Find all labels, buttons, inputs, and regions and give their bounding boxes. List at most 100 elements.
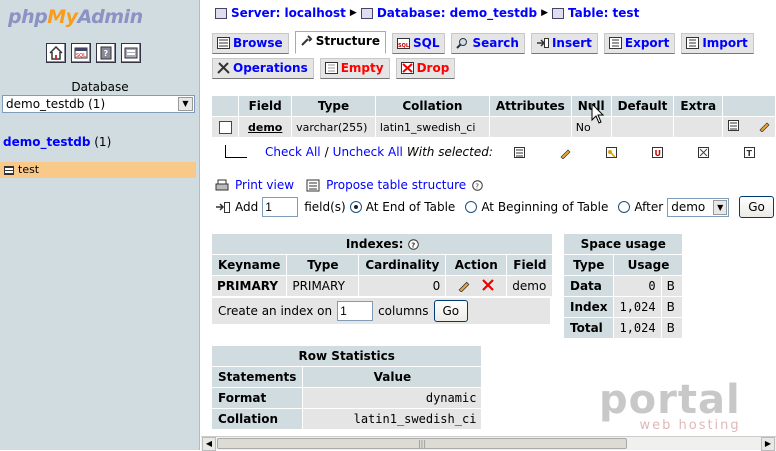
tab-operations[interactable]: Operations: [212, 58, 314, 79]
svg-text:?: ?: [104, 49, 109, 58]
index-actions: [446, 276, 507, 296]
space-usage-header-row: Type Usage: [564, 255, 683, 275]
after-radio[interactable]: [618, 201, 631, 213]
row-checkbox[interactable]: [218, 120, 232, 134]
operations-icon: [217, 62, 230, 74]
table-row: Format dynamic: [212, 388, 482, 408]
with-selected-label: With selected:: [406, 145, 493, 159]
default-cell: [611, 117, 674, 137]
chevron-down-icon[interactable]: ▼: [178, 97, 193, 111]
at-end-radio[interactable]: [349, 201, 362, 213]
row-statistics-title-row: Row Statistics: [212, 346, 482, 366]
rowstats-header-value: Value: [303, 367, 482, 387]
row-statistics-header-row: Statements Value: [212, 367, 482, 387]
edit-pencil-icon[interactable]: [758, 119, 771, 132]
structure-table: Field Type Collation Attributes Null Def…: [211, 95, 776, 138]
database-link[interactable]: demo_testdb: [3, 135, 90, 149]
check-all-link[interactable]: Check All: [265, 145, 321, 159]
space-unit: B: [661, 297, 683, 317]
type-cell: varchar(255): [292, 117, 375, 137]
breadcrumb-table[interactable]: Table: test: [568, 6, 639, 20]
space-type: Data: [564, 276, 614, 296]
horizontal-scrollbar[interactable]: ◀ ||| ▶: [201, 436, 776, 451]
database-heading: demo_testdb (1): [3, 135, 111, 149]
uncheck-all-link[interactable]: Uncheck All: [333, 145, 403, 159]
breadcrumb: Server: localhost ▶ Database: demo_testd…: [215, 6, 639, 20]
index-keyname: PRIMARY: [212, 276, 287, 296]
create-index-row: Create an index on columns Go: [212, 298, 550, 324]
table-row: Index 1,024 B: [564, 297, 683, 317]
sql-query-icon[interactable]: SQL: [71, 43, 91, 63]
server-icon: [215, 7, 227, 19]
print-view-link[interactable]: Print view: [235, 178, 294, 192]
create-index-go-button[interactable]: Go: [433, 300, 469, 322]
space-usage-value: 0: [614, 276, 661, 296]
tab-import[interactable]: Import: [681, 33, 754, 54]
field-name-link[interactable]: demo: [248, 121, 282, 134]
browse-icon: [217, 37, 230, 49]
propose-structure-link[interactable]: Propose table structure: [326, 178, 466, 192]
import-icon: [686, 37, 700, 49]
create-index-columns-input[interactable]: [337, 301, 374, 321]
tab-structure[interactable]: Structure: [294, 31, 386, 54]
edit-pencil-icon[interactable]: [457, 278, 471, 293]
tab-browse[interactable]: Browse: [212, 33, 289, 54]
collation-cell: latin1_swedish_ci: [375, 117, 489, 137]
add-field-count-input[interactable]: [262, 197, 299, 217]
space-header-type: Type: [564, 255, 614, 275]
export-icon: [608, 37, 622, 49]
bulk-edit-icon[interactable]: [559, 146, 572, 159]
bulk-primary-key-icon[interactable]: [605, 146, 618, 159]
svg-text:U: U: [654, 149, 661, 158]
add-go-button[interactable]: Go: [739, 196, 774, 218]
breadcrumb-database[interactable]: Database: demo_testdb: [377, 6, 537, 20]
at-beginning-label: At Beginning of Table: [481, 200, 609, 214]
info-icon[interactable]: [121, 43, 141, 63]
help-icon[interactable]: ?: [407, 239, 419, 250]
print-row: Print view Propose table structure ?: [215, 178, 483, 192]
at-beginning-radio[interactable]: [465, 201, 478, 213]
chevron-down-icon[interactable]: ▼: [713, 199, 728, 215]
attributes-cell: [489, 117, 571, 137]
index-field: demo: [507, 276, 553, 296]
bulk-fulltext-icon[interactable]: T: [743, 146, 756, 159]
bulk-browse-icon[interactable]: [513, 146, 526, 159]
tab-drop[interactable]: Drop: [395, 58, 456, 79]
row-actions-cell: [723, 117, 775, 137]
tab-empty[interactable]: Empty: [319, 58, 390, 79]
tab-insert[interactable]: Insert: [530, 33, 598, 54]
tab-sql[interactable]: SQL SQL: [391, 33, 446, 54]
docs-icon[interactable]: ?: [96, 43, 116, 63]
browse-distinct-icon[interactable]: [727, 119, 740, 132]
indexes-header-field: Field: [507, 255, 553, 275]
tab-search[interactable]: Search: [451, 33, 525, 54]
table-icon: [4, 165, 14, 175]
space-type: Total: [564, 318, 614, 338]
bulk-index-icon[interactable]: [697, 146, 710, 159]
search-icon: [456, 38, 468, 49]
bulk-unique-icon[interactable]: U: [651, 146, 664, 159]
home-icon[interactable]: [46, 43, 66, 63]
indexes-header-action: Action: [446, 255, 507, 275]
database-select[interactable]: demo_testdb (1) ▼: [2, 95, 195, 113]
space-usage-title-row: Space usage: [564, 234, 683, 254]
after-field-select[interactable]: demo ▼: [667, 197, 730, 217]
table-row: Collation latin1_swedish_ci: [212, 409, 482, 429]
scrollbar-thumb[interactable]: |||: [217, 438, 627, 449]
indexes-header-row: Keyname Type Cardinality Action Field: [212, 255, 553, 275]
tab-export[interactable]: Export: [603, 33, 676, 54]
space-type: Index: [564, 297, 614, 317]
scroll-left-icon[interactable]: ◀: [202, 437, 216, 451]
space-usage-value: 1,024: [614, 297, 661, 317]
breadcrumb-server[interactable]: Server: localhost: [231, 6, 346, 20]
space-usage-title: Space usage: [564, 234, 683, 254]
help-icon[interactable]: ?: [472, 179, 483, 191]
indexes-title: Indexes: ?: [212, 234, 553, 254]
structure-header-collation: Collation: [375, 96, 489, 116]
table-list-item[interactable]: test: [0, 162, 196, 178]
phpmyadmin-logo[interactable]: phpMyAdmin: [8, 6, 143, 28]
scroll-right-icon[interactable]: ▶: [761, 437, 775, 451]
table-row: Data 0 B: [564, 276, 683, 296]
tab-bar: Browse Structure SQL SQL Search Insert E…: [212, 31, 754, 54]
delete-x-icon[interactable]: [481, 278, 495, 292]
